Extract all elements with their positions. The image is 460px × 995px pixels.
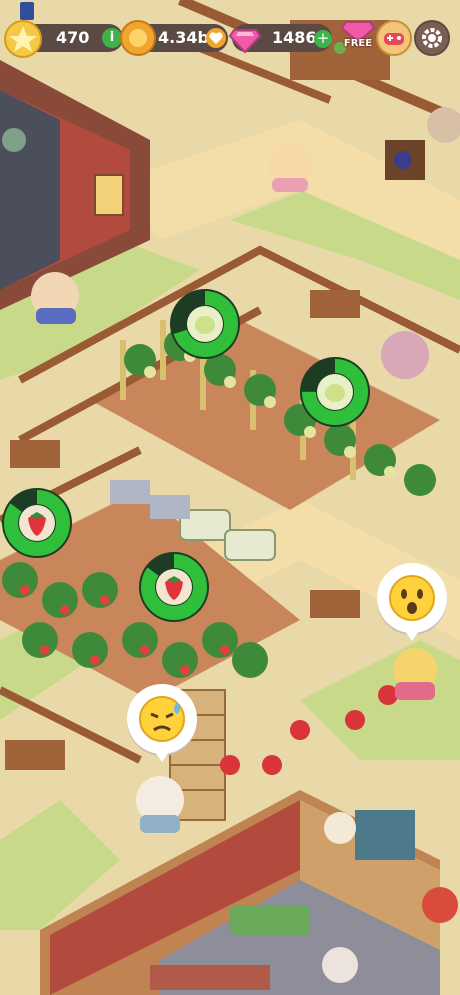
gamepad-button[interactable] [376, 20, 412, 56]
settings-button[interactable] [414, 20, 450, 56]
gear-icon [422, 28, 442, 48]
top-hud: 470 i 4.34b 14865 + FREE [0, 0, 460, 58]
coins-value: 4.34b [158, 28, 209, 47]
anxious-sweat-face-icon [139, 696, 185, 742]
info-icon[interactable]: i [102, 28, 122, 48]
surprised-face-icon [389, 575, 435, 621]
customer-mood-bubble-2[interactable] [127, 684, 197, 762]
strawberry-growth-timer-2[interactable] [137, 550, 211, 624]
customer-mood-bubble[interactable] [377, 563, 447, 641]
melon-growth-timer[interactable] [168, 287, 242, 361]
melon-growth-timer-2[interactable] [298, 355, 372, 429]
gamepad-icon [384, 33, 404, 45]
free-label: FREE [343, 38, 373, 49]
level-value: 470 [56, 28, 90, 47]
rank-ribbon-icon [20, 2, 34, 20]
strawberry-growth-timer[interactable] [0, 486, 74, 560]
add-gems-button[interactable]: + [314, 30, 332, 48]
coin-heart-icon [206, 28, 226, 48]
coin-icon [120, 20, 156, 56]
level-star-icon [4, 20, 42, 58]
gem-icon [228, 22, 262, 54]
